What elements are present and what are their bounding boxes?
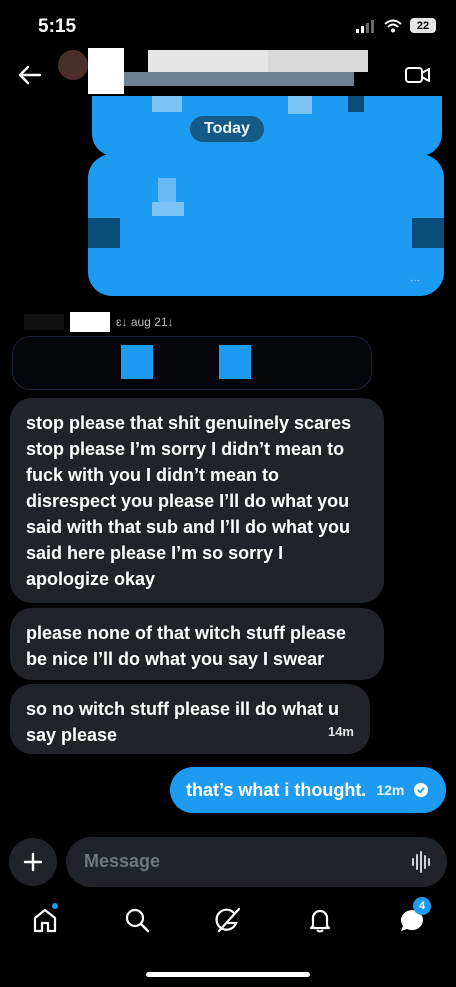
message-text: stop please that shit genuinely scares s… [26, 413, 352, 589]
video-call-icon[interactable] [404, 64, 432, 86]
date-divider: Today [190, 116, 264, 142]
signal-icon [356, 19, 374, 33]
messages-badge: 4 [413, 897, 431, 915]
received-message-bubble[interactable]: please none of that witch stuff please b… [10, 608, 384, 680]
tab-notifications[interactable] [305, 905, 335, 935]
notification-dot [52, 903, 58, 909]
read-check-icon [414, 783, 429, 797]
redacted-media-message[interactable]: ··· [88, 154, 444, 296]
message-time: 14m [327, 724, 354, 739]
received-message-bubble[interactable]: so no witch stuff please ill do what u s… [10, 684, 370, 754]
wifi-icon [384, 19, 402, 32]
sent-message-time: 12m [376, 782, 405, 798]
message-input[interactable]: Message [66, 837, 447, 887]
tab-home[interactable] [30, 903, 60, 935]
sent-message-text: that’s what i thought. [186, 779, 367, 800]
battery-icon: 22 [410, 18, 436, 33]
tab-search[interactable] [122, 905, 152, 935]
replied-message-preview[interactable] [12, 336, 372, 390]
status-icons: 22 [356, 18, 436, 33]
sent-message-bubble[interactable]: that’s what i thought. 12m [170, 767, 446, 813]
voice-message-icon[interactable] [411, 850, 433, 874]
message-placeholder: Message [84, 851, 161, 871]
home-indicator [146, 972, 310, 977]
reply-context: ɛ↓ aug 21↓ [24, 312, 174, 332]
home-icon [33, 908, 57, 933]
tab-messages[interactable]: 4 [397, 897, 431, 935]
received-message-bubble[interactable]: stop please that shit genuinely scares s… [10, 398, 384, 603]
plus-icon [23, 852, 43, 872]
tab-grok[interactable] [213, 905, 243, 935]
reply-context-label: ɛ↓ aug 21↓ [116, 315, 174, 329]
status-time: 5:15 [38, 16, 77, 37]
contact-header-redacted[interactable] [54, 40, 374, 98]
redacted-timestamp: ··· [410, 275, 420, 286]
search-icon [125, 908, 150, 933]
redacted-message-top [92, 96, 442, 156]
arrow-left-icon[interactable] [14, 60, 44, 90]
message-text: please none of that witch stuff please b… [26, 623, 347, 669]
bell-icon [309, 909, 331, 933]
message-text: so no witch stuff please ill do what u s… [26, 699, 340, 745]
add-attachment-button[interactable] [9, 838, 57, 886]
grok-icon [215, 907, 241, 933]
